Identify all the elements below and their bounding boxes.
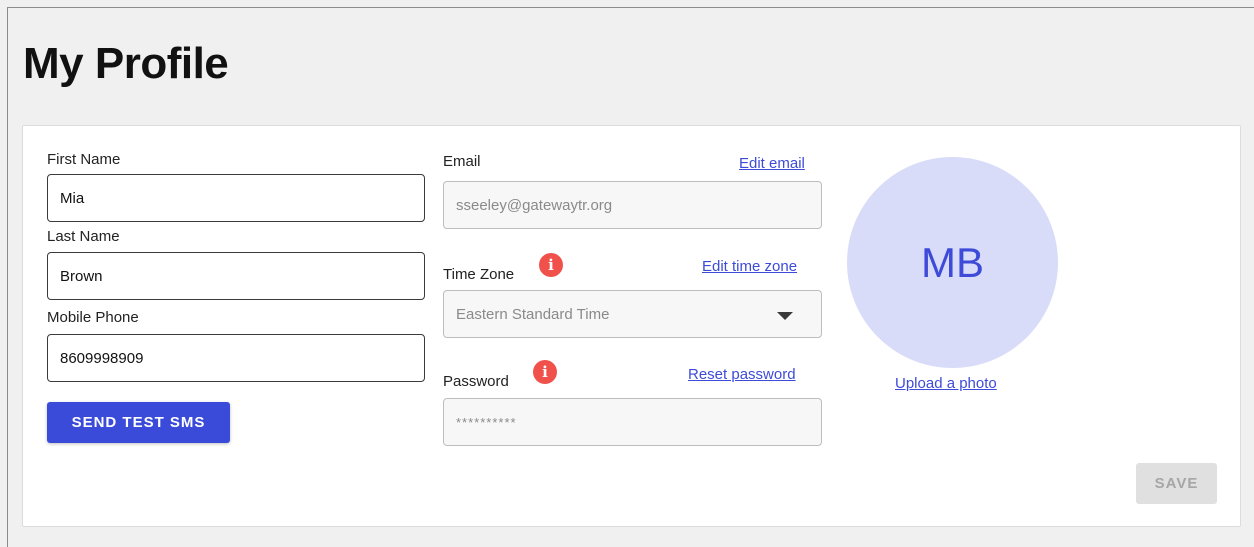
edit-time-zone-link[interactable]: Edit time zone — [702, 258, 797, 276]
save-button[interactable]: SAVE — [1136, 463, 1217, 504]
email-label: Email — [443, 153, 481, 170]
last-name-field[interactable]: Brown — [47, 252, 425, 300]
first-name-label: First Name — [47, 151, 121, 168]
page-title: My Profile — [23, 39, 229, 88]
password-info-icon[interactable]: i — [533, 360, 557, 384]
avatar: MB — [847, 157, 1058, 368]
time-zone-value: Eastern Standard Time — [456, 305, 610, 323]
mobile-phone-value: 8609998909 — [60, 349, 144, 367]
time-zone-label: Time Zone — [443, 266, 515, 283]
first-name-field[interactable]: Mia — [47, 174, 425, 222]
time-zone-select: Eastern Standard Time — [443, 290, 822, 338]
edit-email-link[interactable]: Edit email — [739, 155, 805, 173]
avatar-initials: MB — [921, 238, 984, 286]
time-zone-info-icon[interactable]: i — [539, 253, 563, 277]
password-value: ********** — [456, 414, 517, 430]
mobile-phone-label: Mobile Phone — [47, 309, 139, 326]
last-name-label: Last Name — [47, 228, 120, 245]
upload-photo-link[interactable]: Upload a photo — [895, 375, 997, 393]
chevron-down-icon — [777, 312, 793, 320]
email-field: sseeley@gatewaytr.org — [443, 181, 822, 229]
mobile-phone-field[interactable]: 8609998909 — [47, 334, 425, 382]
send-test-sms-button[interactable]: SEND TEST SMS — [47, 402, 230, 443]
reset-password-link[interactable]: Reset password — [688, 366, 796, 384]
password-field: ********** — [443, 398, 822, 446]
password-label: Password — [443, 373, 509, 390]
last-name-value: Brown — [60, 267, 103, 285]
email-value: sseeley@gatewaytr.org — [456, 196, 613, 214]
first-name-value: Mia — [60, 189, 85, 207]
profile-card: First Name Mia Last Name Brown Mobile Ph… — [22, 125, 1241, 527]
